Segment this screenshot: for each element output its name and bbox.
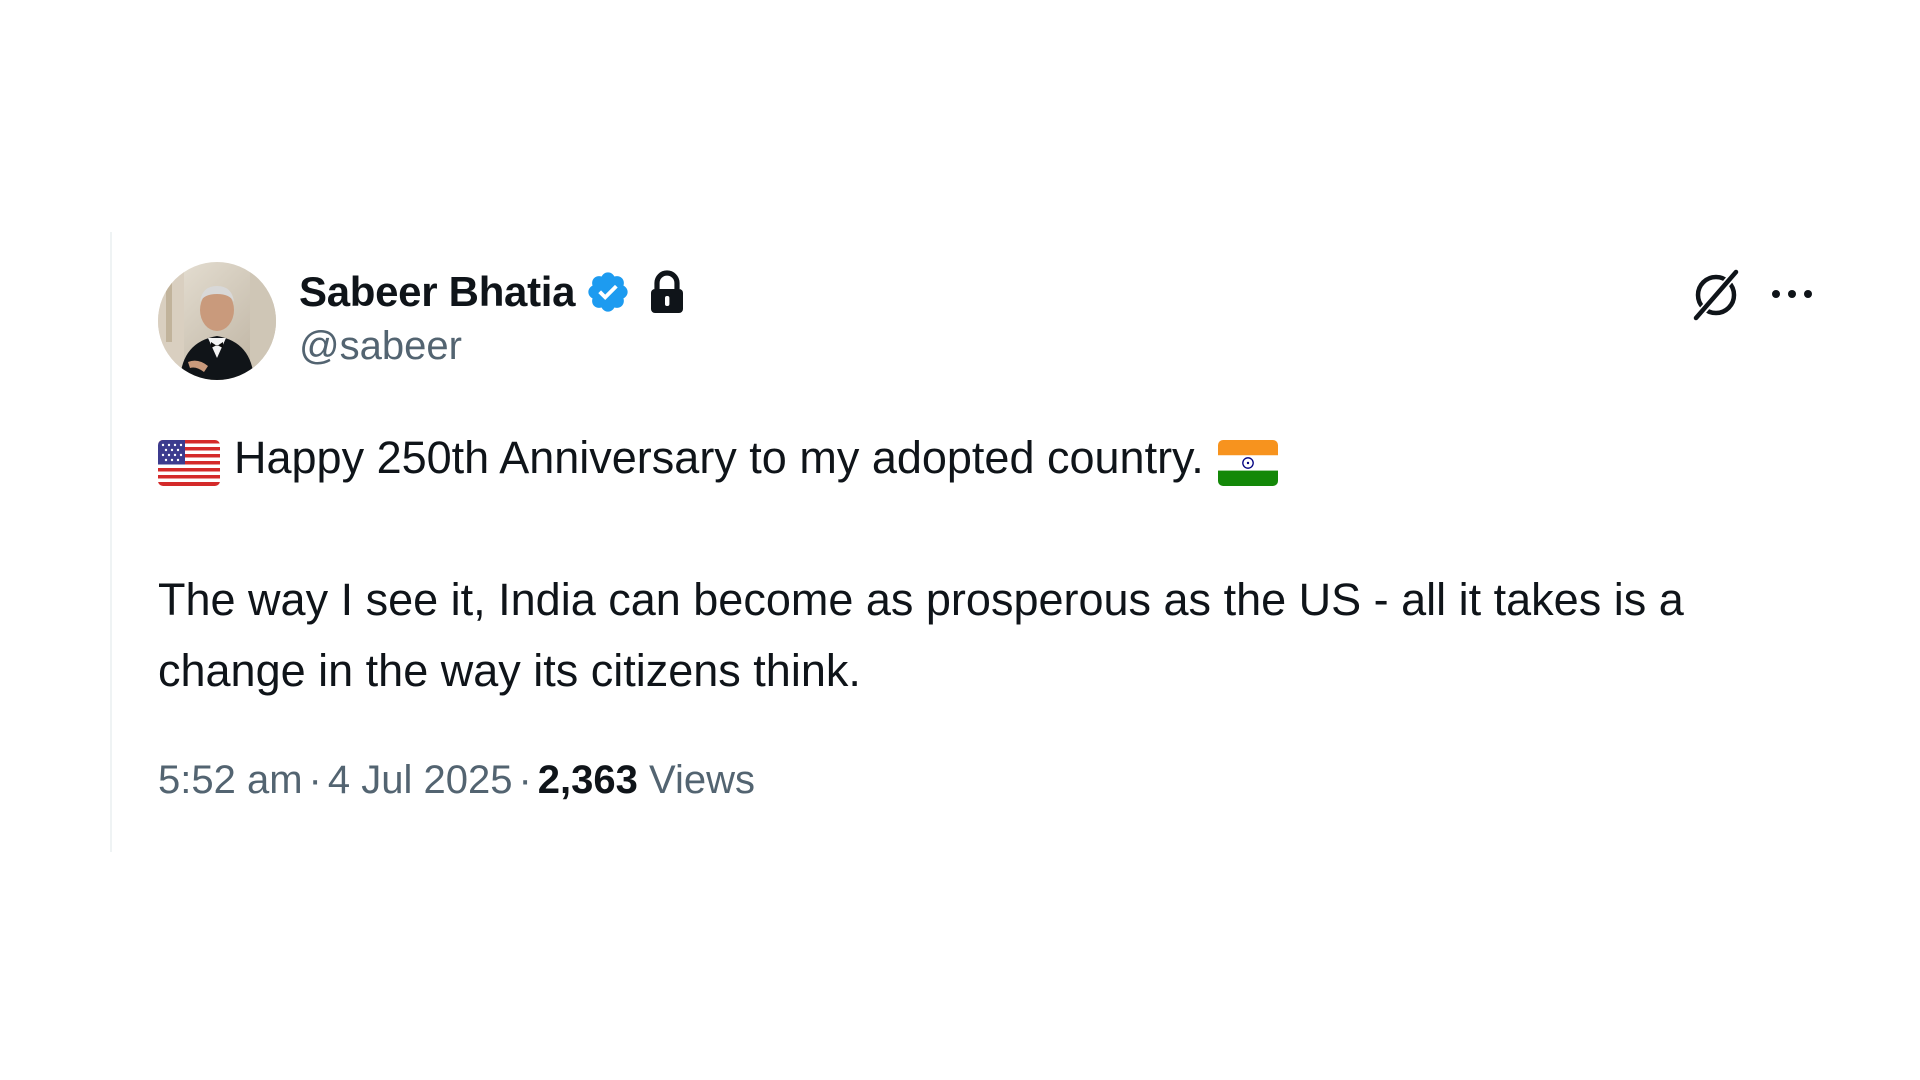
verified-badge-icon[interactable] bbox=[585, 269, 631, 315]
display-name[interactable]: Sabeer Bhatia bbox=[299, 268, 576, 316]
more-options-icon[interactable] bbox=[1768, 280, 1816, 308]
views-count[interactable]: 2,363 bbox=[538, 758, 638, 802]
meta-separator: · bbox=[308, 758, 322, 802]
india-flag-icon bbox=[1217, 435, 1278, 486]
tweet-time[interactable]: 5:52 am bbox=[158, 758, 303, 802]
tweet-line-1: Happy 250th Anniversary to my adopted co… bbox=[158, 422, 1818, 493]
avatar[interactable] bbox=[158, 262, 276, 380]
tweet-meta: 5:52 am · 4 Jul 2025 · 2,363 Views bbox=[158, 758, 1818, 803]
us-flag-icon bbox=[158, 435, 220, 486]
tweet-date[interactable]: 4 Jul 2025 bbox=[328, 758, 513, 802]
author-names: Sabeer Bhatia @sabeer bbox=[299, 264, 687, 369]
divider bbox=[110, 232, 112, 852]
tweet-header: Sabeer Bhatia @sabeer bbox=[158, 262, 1818, 380]
views-label: Views bbox=[649, 758, 755, 802]
meta-separator: · bbox=[518, 758, 532, 802]
name-row: Sabeer Bhatia bbox=[299, 264, 687, 320]
page: Sabeer Bhatia @sabeer Happy 250th Annive… bbox=[0, 0, 1920, 1080]
tweet-paragraph-2: The way I see it, India can become as pr… bbox=[158, 574, 1684, 696]
grok-icon[interactable] bbox=[1688, 266, 1744, 322]
author-handle[interactable]: @sabeer bbox=[299, 324, 687, 369]
tweet-line-1-text: Happy 250th Anniversary to my adopted co… bbox=[234, 432, 1204, 483]
lock-icon bbox=[647, 269, 687, 315]
tweet-text: Happy 250th Anniversary to my adopted co… bbox=[158, 422, 1818, 706]
tweet-card[interactable]: Sabeer Bhatia @sabeer Happy 250th Annive… bbox=[158, 262, 1818, 803]
